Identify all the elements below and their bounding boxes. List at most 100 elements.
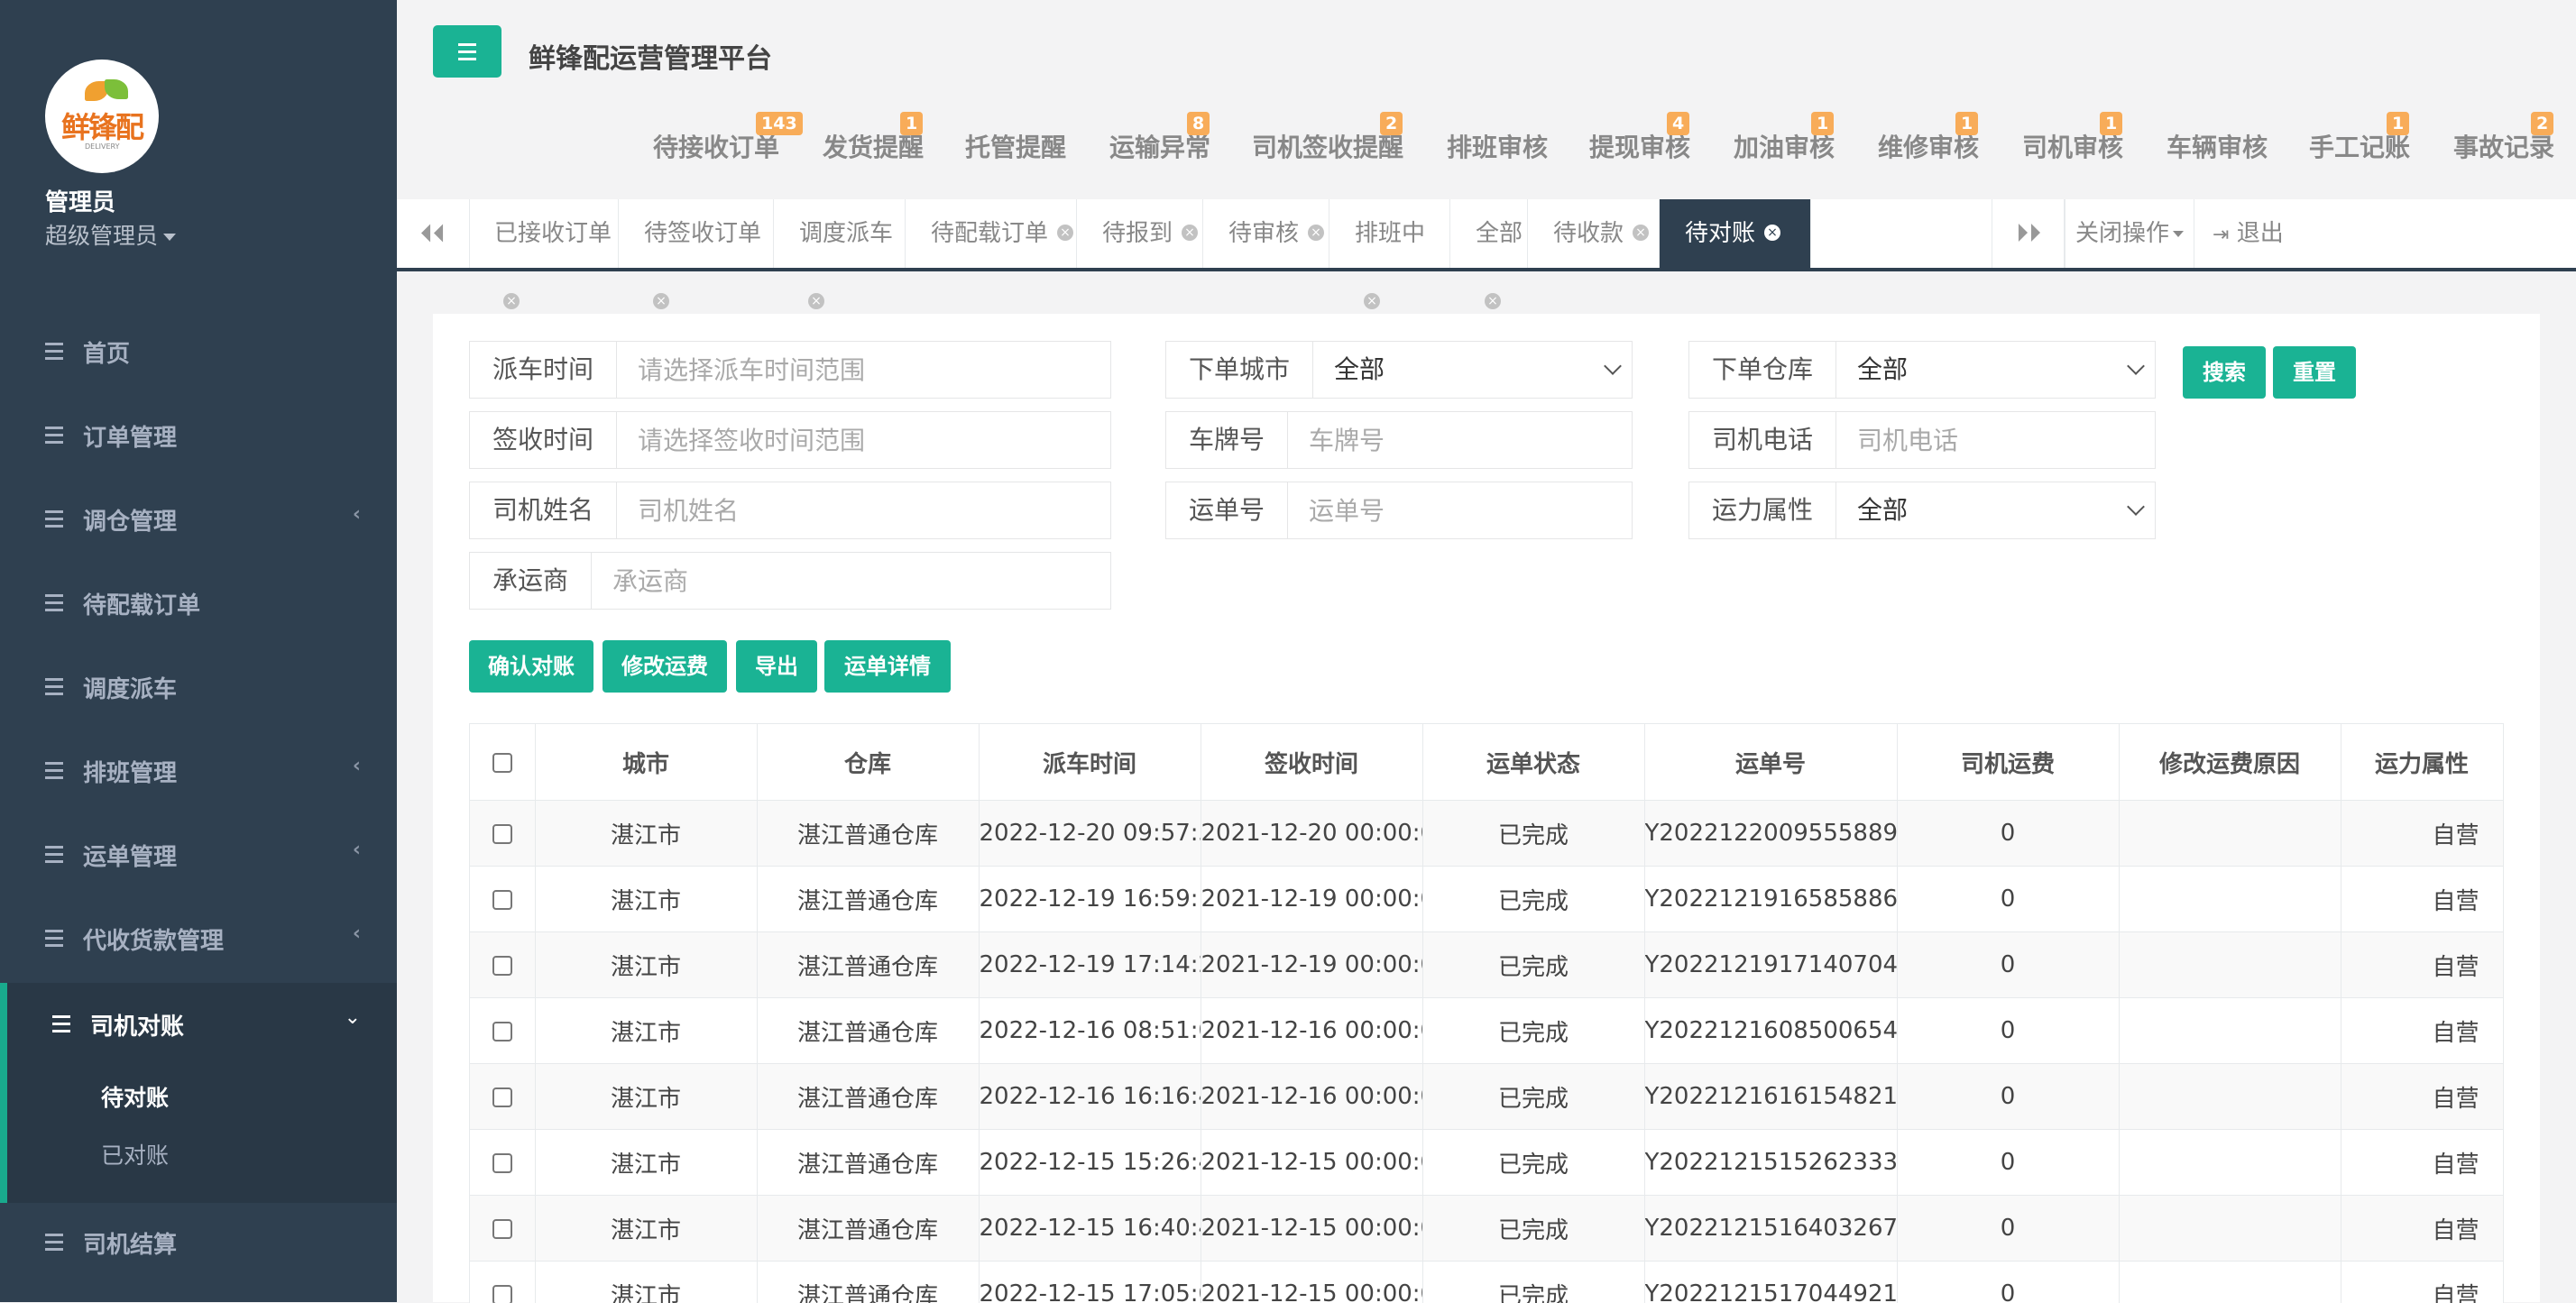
- tabs-scroll-left-button[interactable]: ⏴⏴: [397, 199, 470, 268]
- reminder-link[interactable]: 维修审核1: [1878, 128, 1979, 164]
- sign-time-label: 签收时间: [470, 412, 617, 468]
- tab[interactable]: 待签收订单×: [619, 199, 774, 268]
- sidebar-subitem-pending-reconcile[interactable]: 待对账: [101, 1080, 169, 1113]
- column-header[interactable]: 运单号: [1644, 724, 1897, 801]
- row-checkbox[interactable]: [492, 890, 512, 910]
- driver-phone-input[interactable]: [1835, 412, 2155, 468]
- sidebar-item-driver-reconciliation[interactable]: 司机对账 ⌄ 待对账 已对账: [0, 983, 397, 1203]
- column-header[interactable]: 签收时间: [1201, 724, 1422, 801]
- close-operations-dropdown[interactable]: 关闭操作: [2064, 199, 2194, 268]
- sidebar-item-label: 司机结算: [83, 1226, 177, 1260]
- reminder-link[interactable]: 发货提醒1: [823, 128, 924, 164]
- sidebar-item-driver-settlement[interactable]: 司机结算: [0, 1201, 397, 1285]
- waybill-detail-button[interactable]: 运单详情: [824, 640, 951, 693]
- tab[interactable]: 待报到×: [1077, 199, 1203, 268]
- reminder-link[interactable]: 司机审核1: [2022, 128, 2123, 164]
- reminder-link[interactable]: 提现审核4: [1589, 128, 1690, 164]
- reminder-link[interactable]: 加油审核1: [1734, 128, 1835, 164]
- reminder-link[interactable]: 待接收订单143: [653, 128, 779, 164]
- close-icon[interactable]: ×: [1364, 293, 1380, 309]
- table-row[interactable]: 湛江市湛江普通仓库2022-12-15 16:40:482021-12-15 0…: [470, 1196, 2503, 1262]
- row-checkbox[interactable]: [492, 956, 512, 976]
- row-checkbox[interactable]: [492, 1219, 512, 1239]
- reset-button[interactable]: 重置: [2273, 346, 2356, 399]
- reminder-link[interactable]: 手工记账1: [2309, 128, 2410, 164]
- tab[interactable]: 全部×: [1450, 199, 1528, 268]
- tab[interactable]: 待配载订单×: [906, 199, 1077, 268]
- logout-button[interactable]: ⇥ 退出: [2194, 199, 2348, 268]
- table-row[interactable]: 湛江市湛江普通仓库2022-12-20 09:57:562021-12-20 0…: [470, 801, 2503, 867]
- table-row[interactable]: 湛江市湛江普通仓库2022-12-15 17:05:002021-12-15 0…: [470, 1262, 2503, 1303]
- modify-fee-button[interactable]: 修改运费: [603, 640, 727, 693]
- column-header[interactable]: 运单状态: [1422, 724, 1644, 801]
- row-checkbox[interactable]: [492, 1087, 512, 1107]
- column-header[interactable]: 仓库: [757, 724, 979, 801]
- close-icon[interactable]: ×: [1057, 225, 1073, 241]
- content-panel: 派车时间 签收时间 司机姓名 承运商 下单城市 全部 车牌号 运单号 下单仓库 …: [433, 314, 2540, 1302]
- carrier-input[interactable]: [591, 553, 1110, 609]
- sidebar-subitem-reconciled[interactable]: 已对账: [101, 1138, 169, 1170]
- close-icon[interactable]: ×: [1308, 225, 1324, 241]
- menu-toggle-button[interactable]: [433, 25, 501, 78]
- tab[interactable]: 待收款×: [1528, 199, 1660, 268]
- tab[interactable]: 排班中×: [1329, 199, 1450, 268]
- sidebar-item-order-mgmt[interactable]: 订单管理: [0, 394, 397, 478]
- sidebar-item-schedule-mgmt[interactable]: 排班管理‹: [0, 729, 397, 813]
- row-select-cell: [470, 932, 535, 998]
- sidebar-item-waybill-mgmt[interactable]: 运单管理‹: [0, 813, 397, 897]
- dispatch-time-input[interactable]: [616, 342, 1110, 398]
- column-header[interactable]: 运力属性: [2341, 724, 2503, 801]
- table-cell: 0: [1897, 932, 2119, 998]
- reminder-link[interactable]: 司机签收提醒2: [1252, 128, 1403, 164]
- order-city-label: 下单城市: [1166, 342, 1313, 398]
- user-role-dropdown[interactable]: 超级管理员: [45, 218, 176, 251]
- sign-time-input[interactable]: [616, 412, 1110, 468]
- close-icon[interactable]: ×: [1633, 225, 1649, 241]
- sidebar-item-cod-mgmt[interactable]: 代收货款管理‹: [0, 897, 397, 981]
- close-icon[interactable]: ×: [1182, 225, 1198, 241]
- reminder-link[interactable]: 托管提醒: [965, 128, 1066, 164]
- menu-icon: [45, 846, 63, 864]
- tab[interactable]: 待审核×: [1203, 199, 1329, 268]
- export-button[interactable]: 导出: [736, 640, 817, 693]
- capacity-type-select[interactable]: 全部: [1835, 482, 2155, 538]
- order-city-select[interactable]: 全部: [1312, 342, 1632, 398]
- table-row[interactable]: 湛江市湛江普通仓库2022-12-16 16:16:472021-12-16 0…: [470, 1064, 2503, 1130]
- tabs-scroll-right-button[interactable]: ⏵⏵: [1992, 199, 2065, 268]
- sidebar-item-home[interactable]: 首页: [0, 310, 397, 394]
- sidebar-item-pending-load-orders[interactable]: 待配载订单: [0, 562, 397, 646]
- close-icon[interactable]: ×: [808, 293, 824, 309]
- close-icon[interactable]: ×: [1485, 293, 1501, 309]
- sidebar-item-warehouse-transfer[interactable]: 调仓管理‹: [0, 478, 397, 562]
- column-header[interactable]: 修改运费原因: [2119, 724, 2341, 801]
- column-header[interactable]: 派车时间: [979, 724, 1201, 801]
- tab[interactable]: 待对账×: [1660, 199, 1811, 268]
- row-checkbox[interactable]: [492, 824, 512, 844]
- search-button[interactable]: 搜索: [2183, 346, 2266, 399]
- close-icon[interactable]: ×: [653, 293, 669, 309]
- row-checkbox[interactable]: [492, 1285, 512, 1303]
- tab[interactable]: 调度派车×: [774, 199, 906, 268]
- plate-no-input[interactable]: [1287, 412, 1632, 468]
- select-all-checkbox[interactable]: [492, 753, 512, 773]
- row-checkbox[interactable]: [492, 1022, 512, 1041]
- close-icon[interactable]: ×: [503, 293, 520, 309]
- reminder-link[interactable]: 车辆审核: [2167, 128, 2268, 164]
- table-row[interactable]: 湛江市湛江普通仓库2022-12-19 17:14:242021-12-19 0…: [470, 932, 2503, 998]
- table-row[interactable]: 湛江市湛江普通仓库2022-12-16 08:51:022021-12-16 0…: [470, 998, 2503, 1064]
- tab[interactable]: 已接收订单×: [469, 199, 619, 268]
- order-warehouse-select[interactable]: 全部: [1835, 342, 2155, 398]
- column-header[interactable]: 城市: [535, 724, 757, 801]
- table-row[interactable]: 湛江市湛江普通仓库2022-12-19 16:59:132021-12-19 0…: [470, 867, 2503, 932]
- column-header[interactable]: 司机运费: [1897, 724, 2119, 801]
- row-checkbox[interactable]: [492, 1153, 512, 1173]
- reminder-link[interactable]: 事故记录2: [2453, 128, 2554, 164]
- confirm-reconcile-button[interactable]: 确认对账: [469, 640, 593, 693]
- reminder-link[interactable]: 排班审核: [1447, 128, 1548, 164]
- table-row[interactable]: 湛江市湛江普通仓库2022-12-15 15:26:402021-12-15 0…: [470, 1130, 2503, 1196]
- driver-name-input[interactable]: [616, 482, 1110, 538]
- waybill-no-input[interactable]: [1287, 482, 1632, 538]
- close-icon[interactable]: ×: [1764, 225, 1780, 241]
- sidebar-item-dispatch[interactable]: 调度派车: [0, 646, 397, 729]
- reminder-link[interactable]: 运输异常8: [1109, 128, 1210, 164]
